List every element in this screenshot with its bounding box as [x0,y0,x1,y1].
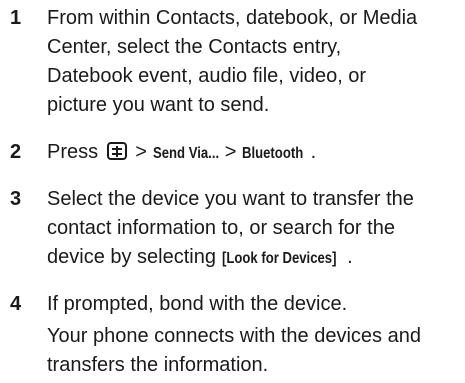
step-number: 2 [10,141,22,163]
step-line-prefix: device by selecting [47,246,216,268]
step-press-text: Press [47,141,99,163]
menu-key-icon [106,142,127,160]
step-number: 3 [10,188,22,210]
step-number: 4 [10,293,22,315]
step-2: 2 Press > Send Via... > Bluetooth. [0,138,465,168]
step-line: From within Contacts, datebook, or Media [47,7,418,29]
step-4: 4 If prompted, bond with the device. [0,290,465,320]
step-text: Select the device you want to transfer t… [47,185,459,273]
send-via-command: Send Via... [152,145,219,162]
note-line: transfers the information. [47,354,269,376]
step-4-note: Your phone connects with the devices and… [0,322,465,382]
step-text: If prompted, bond with the device. [47,293,348,315]
note-text: Your phone connects with the devices and… [47,322,459,380]
step-text: Press > Send Via... > Bluetooth. [47,138,459,168]
step-line: Center, select the Contacts entry, [47,36,342,58]
note-line: Your phone connects with the devices and [47,325,421,347]
step-line: contact information to, or search for th… [47,217,395,239]
bluetooth-command: Bluetooth [241,145,304,162]
step-1: 1 From within Contacts, datebook, or Med… [0,4,465,124]
period: . [347,246,353,268]
step-line: device by selecting [Look for Devices]. [47,243,459,273]
step-text: From within Contacts, datebook, or Media… [47,4,459,120]
look-for-devices-command: [Look for Devices] [221,250,337,267]
separator: > [224,141,237,163]
step-line: Select the device you want to transfer t… [47,188,414,210]
step-line: Datebook event, audio file, video, or [47,65,367,87]
step-3: 3 Select the device you want to transfer… [0,185,465,275]
step-line: picture you want to send. [47,94,270,116]
separator: > [135,141,147,163]
period: . [310,141,317,163]
step-number: 1 [10,7,22,29]
